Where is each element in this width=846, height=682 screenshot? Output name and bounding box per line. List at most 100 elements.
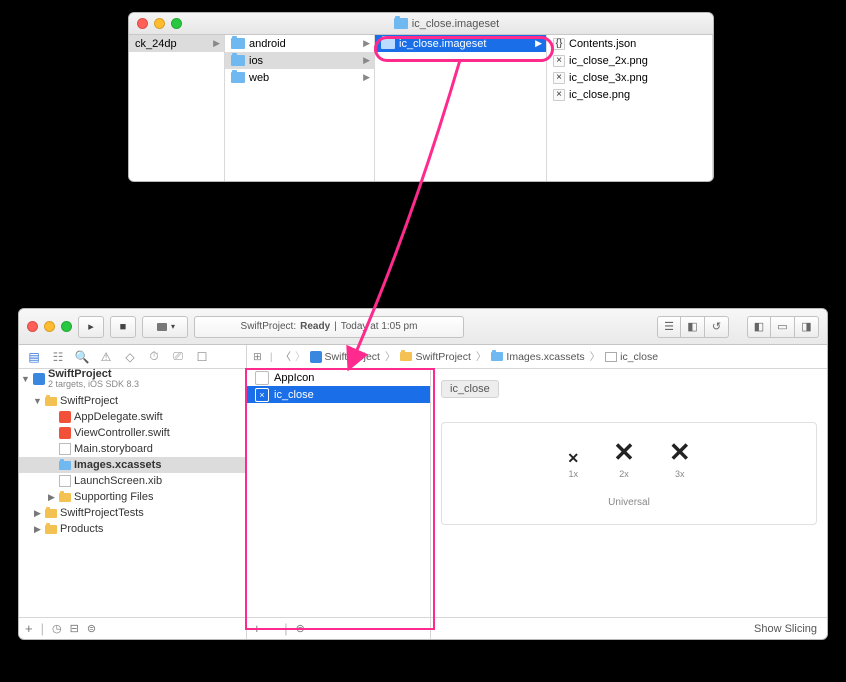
image-file-icon: × xyxy=(553,89,565,101)
image-slot-3x[interactable]: ✕ 3x xyxy=(669,439,691,479)
symbol-navigator-icon[interactable]: ☷ xyxy=(47,347,69,367)
show-slicing-button[interactable]: Show Slicing xyxy=(754,623,817,635)
issue-navigator-icon[interactable]: ⚠ xyxy=(95,347,117,367)
image-slot-2x[interactable]: ✕ 2x xyxy=(613,439,635,479)
project-navigator-icon[interactable]: ▤ xyxy=(23,347,45,367)
toggle-utilities-button[interactable]: ◨ xyxy=(795,316,819,338)
asset-item-appicon[interactable]: AppIcon xyxy=(247,369,430,386)
related-items-icon[interactable]: ⊞ xyxy=(253,351,262,363)
zoom-icon[interactable] xyxy=(61,321,72,332)
xib-icon xyxy=(59,475,71,487)
folder-icon xyxy=(381,38,395,49)
remove-asset-button[interactable]: − xyxy=(269,621,277,636)
folder-icon xyxy=(394,18,408,29)
finder-item[interactable]: web ▶ xyxy=(225,69,374,86)
tree-row-file[interactable]: AppDelegate.swift xyxy=(19,409,246,425)
forward-button[interactable]: 〉 xyxy=(295,349,306,364)
close-icon[interactable] xyxy=(137,18,148,29)
finder-item[interactable]: ios ▶ xyxy=(225,52,374,69)
folder-icon xyxy=(45,525,57,534)
project-tree[interactable]: ▼ SwiftProject 2 targets, iOS SDK 8.3 ▼ … xyxy=(19,369,246,617)
finder-col-0[interactable]: ck_24dp ▶ xyxy=(129,35,225,181)
assets-list[interactable]: AppIcon × ic_close + − | ⊜ xyxy=(247,369,431,639)
breakpoint-navigator-icon[interactable]: ⎚ xyxy=(167,347,189,367)
navigator-footer[interactable]: + | ◷ ⊟ ⊜ xyxy=(19,617,246,639)
run-button[interactable]: ▸ xyxy=(78,316,104,338)
find-navigator-icon[interactable]: 🔍 xyxy=(71,347,93,367)
filter-icon[interactable]: ⊜ xyxy=(296,622,305,635)
finder-window: ic_close.imageset ck_24dp ▶ android ▶ io… xyxy=(128,12,714,182)
imageset-icon: × xyxy=(255,388,269,402)
xcode-toolbar: ▸ ■ ▾ SwiftProject: Ready | Today at 1:0… xyxy=(19,309,827,345)
filter-recent-icon[interactable]: ◷ xyxy=(52,622,62,635)
tree-row-file[interactable]: Main.storyboard xyxy=(19,441,246,457)
appicon-icon xyxy=(255,371,269,385)
assets-preview: ic_close ✕ 1x ✕ 2x xyxy=(431,369,827,639)
jump-bar[interactable]: ⊞ | 〈 〉 SwiftProject〉 SwiftProject〉 Imag… xyxy=(247,345,827,368)
tree-row-group[interactable]: ▶ SwiftProjectTests xyxy=(19,505,246,521)
finder-col-3[interactable]: {} Contents.json × ic_close_2x.png × ic_… xyxy=(547,35,713,181)
back-button[interactable]: 〈 xyxy=(281,349,292,364)
tree-row-group[interactable]: ▶ Supporting Files xyxy=(19,489,246,505)
add-button[interactable]: + xyxy=(25,621,33,636)
standard-editor-button[interactable]: ☰ xyxy=(657,316,681,338)
close-icon[interactable] xyxy=(27,321,38,332)
tree-row-group[interactable]: ▼ SwiftProject xyxy=(19,393,246,409)
finder-item-selected[interactable]: ic_close.imageset ▶ xyxy=(375,35,546,52)
preview-title: ic_close xyxy=(441,380,499,398)
folder-icon xyxy=(400,352,412,361)
finder-col-2[interactable]: ic_close.imageset ▶ xyxy=(375,35,547,181)
assets-footer[interactable]: + − | ⊜ xyxy=(247,617,430,639)
toggle-debug-button[interactable]: ▭ xyxy=(771,316,795,338)
finder-item[interactable]: ck_24dp ▶ xyxy=(129,35,224,52)
image-slots: ✕ 1x ✕ 2x ✕ 3x xyxy=(441,422,817,525)
tree-row-group[interactable]: ▶ Products xyxy=(19,521,246,537)
finder-item[interactable]: {} Contents.json xyxy=(547,35,712,52)
asset-item-selected[interactable]: × ic_close xyxy=(247,386,430,403)
chevron-right-icon: ▶ xyxy=(535,38,542,49)
finder-col-1[interactable]: android ▶ ios ▶ web ▶ xyxy=(225,35,375,181)
report-navigator-icon[interactable]: ☐ xyxy=(191,347,213,367)
tree-row-project[interactable]: ▼ SwiftProject 2 targets, iOS SDK 8.3 xyxy=(19,371,246,387)
chevron-right-icon: ▶ xyxy=(363,55,370,66)
stop-button[interactable]: ■ xyxy=(110,316,136,338)
minimize-icon[interactable] xyxy=(154,18,165,29)
scheme-selector[interactable]: ▾ xyxy=(142,316,188,338)
minimize-icon[interactable] xyxy=(44,321,55,332)
add-asset-button[interactable]: + xyxy=(253,621,261,636)
finder-item[interactable]: × ic_close_2x.png xyxy=(547,52,712,69)
panel-toggle-segmented[interactable]: ◧ ▭ ◨ xyxy=(747,316,819,338)
image-file-icon: × xyxy=(553,55,565,67)
assistant-editor-button[interactable]: ◧ xyxy=(681,316,705,338)
image-file-icon: × xyxy=(553,72,565,84)
swift-file-icon xyxy=(59,411,71,423)
finder-item[interactable]: × ic_close.png xyxy=(547,86,712,103)
project-navigator[interactable]: ▼ SwiftProject 2 targets, iOS SDK 8.3 ▼ … xyxy=(19,369,247,639)
zoom-icon[interactable] xyxy=(171,18,182,29)
finder-title: ic_close.imageset xyxy=(188,18,705,30)
debug-navigator-icon[interactable]: ⏱ xyxy=(143,347,165,367)
navigator-selector[interactable]: ▤ ☷ 🔍 ⚠ ◇ ⏱ ⎚ ☐ xyxy=(19,345,247,368)
test-navigator-icon[interactable]: ◇ xyxy=(119,347,141,367)
xcode-body: ▼ SwiftProject 2 targets, iOS SDK 8.3 ▼ … xyxy=(19,369,827,639)
tree-row-file-selected[interactable]: Images.xcassets xyxy=(19,457,246,473)
traffic-lights xyxy=(137,18,182,29)
universal-label: Universal xyxy=(608,497,650,508)
image-slot-1x[interactable]: ✕ 1x xyxy=(567,451,579,479)
activity-viewer: SwiftProject: Ready | Today at 1:05 pm xyxy=(194,316,464,338)
breadcrumb[interactable]: SwiftProject〉 SwiftProject〉 Images.xcass… xyxy=(310,349,659,364)
toggle-navigator-button[interactable]: ◧ xyxy=(747,316,771,338)
filter-scm-icon[interactable]: ⊟ xyxy=(70,622,79,635)
version-editor-button[interactable]: ↺ xyxy=(705,316,729,338)
finder-item[interactable]: android ▶ xyxy=(225,35,374,52)
xcode-window: ▸ ■ ▾ SwiftProject: Ready | Today at 1:0… xyxy=(18,308,828,640)
finder-item[interactable]: × ic_close_3x.png xyxy=(547,69,712,86)
folder-icon xyxy=(231,55,245,66)
filter-icon[interactable]: ⊜ xyxy=(87,622,96,635)
assets-editor: AppIcon × ic_close + − | ⊜ ic_close xyxy=(247,369,827,639)
folder-icon xyxy=(231,72,245,83)
tree-row-file[interactable]: LaunchScreen.xib xyxy=(19,473,246,489)
editor-mode-segmented[interactable]: ☰ ◧ ↺ xyxy=(657,316,729,338)
tree-row-file[interactable]: ViewController.swift xyxy=(19,425,246,441)
folder-icon xyxy=(491,352,503,361)
